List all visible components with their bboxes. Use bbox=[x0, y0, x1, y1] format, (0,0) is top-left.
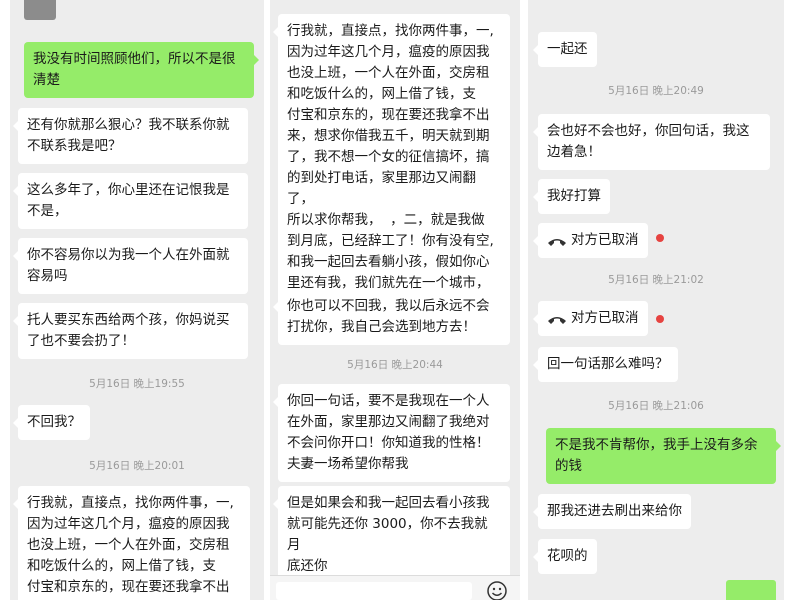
call-status-label: 对方已取消 bbox=[571, 310, 639, 326]
message-bubble-incoming[interactable]: 还有你就那么狠心？我不联系你就 不联系我是吧？ bbox=[13, 108, 248, 164]
timestamp: 5月16日 晚上21:02 bbox=[608, 274, 704, 286]
message-bubble-incoming[interactable]: 托人要买东西给两个孩，你妈说买 了也不要会扔了！ bbox=[13, 303, 248, 359]
call-record-bubble[interactable]: 对方已取消 bbox=[533, 301, 648, 336]
message-bubble-incoming[interactable]: 不回我？ bbox=[13, 405, 90, 440]
chat-panel-right: 一起还 5月16日 晚上20:49 会也好不会也好，你回句话，我这 边着急！ 我… bbox=[528, 0, 784, 600]
message-bubble-incoming[interactable]: 那我还进去刷出来给你 bbox=[533, 494, 691, 529]
message-bubble-incoming[interactable]: 回一句话那么难吗？ bbox=[533, 347, 678, 382]
timestamp: 5月16日 晚上21:06 bbox=[608, 400, 704, 412]
message-bubble-outgoing[interactable]: 我没有时间照顾他们，所以不是很 清楚 bbox=[24, 42, 259, 98]
call-status-label: 对方已取消 bbox=[571, 232, 639, 248]
timestamp: 5月16日 晚上20:01 bbox=[89, 460, 185, 472]
message-bubble-incoming[interactable]: 会也好不会也好，你回句话，我这 边着急！ bbox=[533, 114, 770, 170]
avatar-partial bbox=[24, 0, 56, 20]
phone-hangup-icon bbox=[548, 238, 566, 246]
message-bubble-incoming[interactable]: 你不容易你以为我一个人在外面就 容易吗 bbox=[13, 238, 248, 294]
message-input[interactable] bbox=[276, 582, 472, 600]
timestamp: 5月16日 晚上20:44 bbox=[347, 359, 443, 371]
chat-panel-left: 我没有时间照顾他们，所以不是很 清楚 还有你就那么狠心？我不联系你就 不联系我是… bbox=[10, 0, 264, 600]
message-bubble-incoming[interactable]: 一起还 bbox=[533, 32, 597, 67]
missed-call-dot bbox=[656, 315, 664, 323]
missed-call-dot bbox=[656, 234, 664, 242]
timestamp: 5月16日 晚上19:55 bbox=[89, 378, 185, 390]
message-bubble-incoming[interactable]: 行我就，直接点，找你两件事，一, 因为过年这几个月，瘟疫的原因我 也没上班，一个… bbox=[273, 14, 510, 322]
message-bubble-incoming[interactable]: 行我就，直接点，找你两件事，一, 因为过年这几个月，瘟疫的原因我 也没上班，一个… bbox=[13, 486, 250, 600]
emoji-face-icon[interactable] bbox=[486, 580, 508, 600]
input-bar bbox=[270, 575, 520, 600]
call-record-bubble[interactable]: 对方已取消 bbox=[533, 223, 648, 258]
chat-panel-middle: 行我就，直接点，找你两件事，一, 因为过年这几个月，瘟疫的原因我 也没上班，一个… bbox=[270, 0, 520, 600]
message-bubble-incoming[interactable]: 但是如果会和我一起回去看小孩我 就可能先还你 3000，你不去我就月 底还你 bbox=[273, 486, 510, 584]
phone-hangup-icon bbox=[548, 316, 566, 324]
timestamp: 5月16日 晚上20:49 bbox=[608, 85, 704, 97]
outgoing-bubble-partial bbox=[726, 580, 776, 600]
message-bubble-outgoing[interactable]: 不是我不肯帮你，我手上没有多余 的钱 bbox=[546, 428, 781, 484]
message-bubble-incoming[interactable]: 你也可以不回我，我以后永远不会 打扰你，我自己会选到地方去！ bbox=[273, 289, 510, 345]
message-bubble-incoming[interactable]: 我好打算 bbox=[533, 179, 610, 214]
message-bubble-incoming[interactable]: 你回一句话，要不是我现在一个人 在外面，家里那边又闹翻了我绝对 不会问你开口！你… bbox=[273, 384, 510, 482]
message-bubble-incoming[interactable]: 花呗的 bbox=[533, 539, 597, 574]
message-bubble-incoming[interactable]: 这么多年了，你心里还在记恨我是 不是， bbox=[13, 173, 248, 229]
